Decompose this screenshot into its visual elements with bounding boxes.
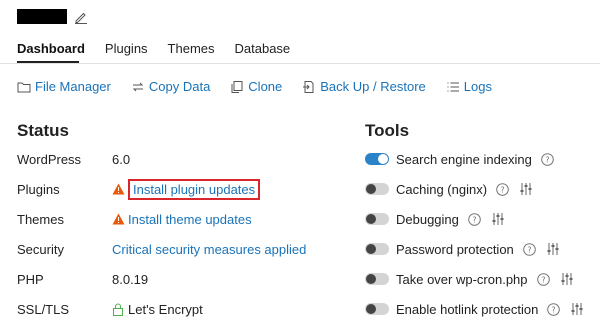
status-value: Critical security measures applied [112, 242, 306, 257]
tab-themes[interactable]: Themes [168, 41, 215, 56]
highlight-box: Install plugin updates [128, 178, 261, 200]
file-manager-label: File Manager [35, 79, 111, 94]
folder-icon [17, 82, 31, 92]
wp-cron-toggle[interactable] [365, 273, 389, 285]
lock-icon [113, 303, 123, 316]
status-value: Let's Encrypt [112, 302, 203, 317]
security-measures-link[interactable]: Critical security measures applied [112, 242, 306, 257]
status-section-title: Status [17, 121, 69, 140]
tool-label: Debugging [396, 211, 459, 227]
clone-icon [231, 80, 243, 93]
tab-plugins[interactable]: Plugins [105, 41, 148, 56]
help-icon[interactable]: ? [496, 182, 509, 196]
settings-sliders-icon[interactable] [546, 242, 560, 256]
tool-row-wp-cron: Take over wp-cron.php ? [365, 269, 574, 289]
tab-dashboard[interactable]: Dashboard [17, 41, 85, 56]
status-value: 8.0.19 [112, 271, 149, 287]
svg-text:?: ? [500, 185, 504, 194]
toggle-knob [366, 304, 376, 314]
svg-text:?: ? [541, 275, 545, 284]
status-value: Install theme updates [112, 212, 252, 227]
tool-row-password-protection: Password protection ? [365, 239, 560, 259]
status-label: PHP [17, 271, 44, 287]
toggle-knob [366, 214, 376, 224]
status-row-plugins: Plugins Install plugin updates [17, 178, 261, 200]
tool-label: Password protection [396, 241, 514, 257]
status-label: SSL/TLS [17, 301, 70, 317]
hotlink-protection-toggle[interactable] [365, 303, 389, 315]
password-protection-toggle[interactable] [365, 243, 389, 255]
tool-row-debugging: Debugging ? [365, 209, 505, 229]
status-row-wordpress: WordPress 6.0 [17, 149, 130, 169]
tool-row-caching: Caching (nginx) ? [365, 179, 533, 199]
settings-sliders-icon[interactable] [560, 272, 574, 286]
tool-label: Caching (nginx) [396, 181, 488, 197]
warning-icon [112, 183, 125, 195]
help-icon[interactable]: ? [547, 302, 561, 316]
status-label: WordPress [17, 151, 82, 167]
backup-restore-label: Back Up / Restore [320, 79, 426, 94]
copy-data-link[interactable]: Copy Data [131, 79, 210, 94]
tool-label: Search engine indexing [396, 151, 532, 167]
toggle-knob [366, 274, 376, 284]
list-icon [447, 82, 459, 91]
clone-link[interactable]: Clone [230, 79, 282, 94]
status-value: Install plugin updates [112, 178, 261, 200]
status-row-security: Security Critical security measures appl… [17, 239, 306, 259]
tool-row-hotlink-protection: Enable hotlink protection ? [365, 299, 584, 319]
svg-text:?: ? [527, 245, 531, 254]
settings-sliders-icon[interactable] [491, 212, 505, 226]
help-icon[interactable]: ? [468, 212, 481, 226]
warning-icon [112, 213, 125, 225]
status-row-themes: Themes Install theme updates [17, 209, 252, 229]
svg-text:?: ? [552, 305, 556, 314]
site-name-redacted [17, 9, 67, 24]
logs-label: Logs [463, 79, 492, 94]
file-manager-link[interactable]: File Manager [17, 79, 111, 94]
svg-text:?: ? [545, 155, 549, 164]
search-engine-indexing-toggle[interactable] [365, 153, 389, 165]
ssl-value: Let's Encrypt [128, 301, 203, 317]
status-label: Security [17, 241, 64, 257]
tabs-divider [0, 63, 600, 64]
nav-tabs: Dashboard Plugins Themes Database [17, 41, 310, 56]
toggle-knob [366, 244, 376, 254]
status-label: Themes [17, 211, 64, 227]
toolbar: File Manager Copy Data Clone Back Up / R… [17, 79, 512, 94]
backup-restore-link[interactable]: Back Up / Restore [302, 79, 426, 94]
pencil-edit-icon[interactable] [74, 10, 88, 24]
tool-label: Enable hotlink protection [396, 301, 539, 317]
status-label: Plugins [17, 181, 60, 197]
toggle-knob [378, 154, 388, 164]
sync-arrows-icon [132, 82, 144, 91]
help-icon[interactable]: ? [536, 272, 550, 286]
settings-sliders-icon[interactable] [570, 302, 584, 316]
tab-database[interactable]: Database [235, 41, 291, 56]
caching-toggle[interactable] [365, 183, 389, 195]
status-row-ssl-tls: SSL/TLS Let's Encrypt [17, 299, 203, 319]
svg-text:?: ? [472, 215, 476, 224]
tool-row-search-engine-indexing: Search engine indexing ? [365, 149, 554, 169]
status-row-php: PHP 8.0.19 [17, 269, 148, 289]
backup-restore-icon [303, 80, 314, 93]
logs-link[interactable]: Logs [446, 79, 492, 94]
tools-section-title: Tools [365, 121, 410, 140]
settings-sliders-icon[interactable] [519, 182, 533, 196]
clone-label: Clone [248, 79, 283, 94]
status-value: 6.0 [112, 151, 131, 167]
help-icon[interactable]: ? [522, 242, 536, 256]
tool-label: Take over wp-cron.php [396, 271, 528, 287]
copy-data-label: Copy Data [148, 79, 211, 94]
install-theme-updates-link[interactable]: Install theme updates [128, 212, 252, 227]
help-icon[interactable]: ? [541, 152, 554, 166]
install-plugin-updates-link[interactable]: Install plugin updates [133, 182, 255, 197]
debugging-toggle[interactable] [365, 213, 389, 225]
toggle-knob [366, 184, 376, 194]
